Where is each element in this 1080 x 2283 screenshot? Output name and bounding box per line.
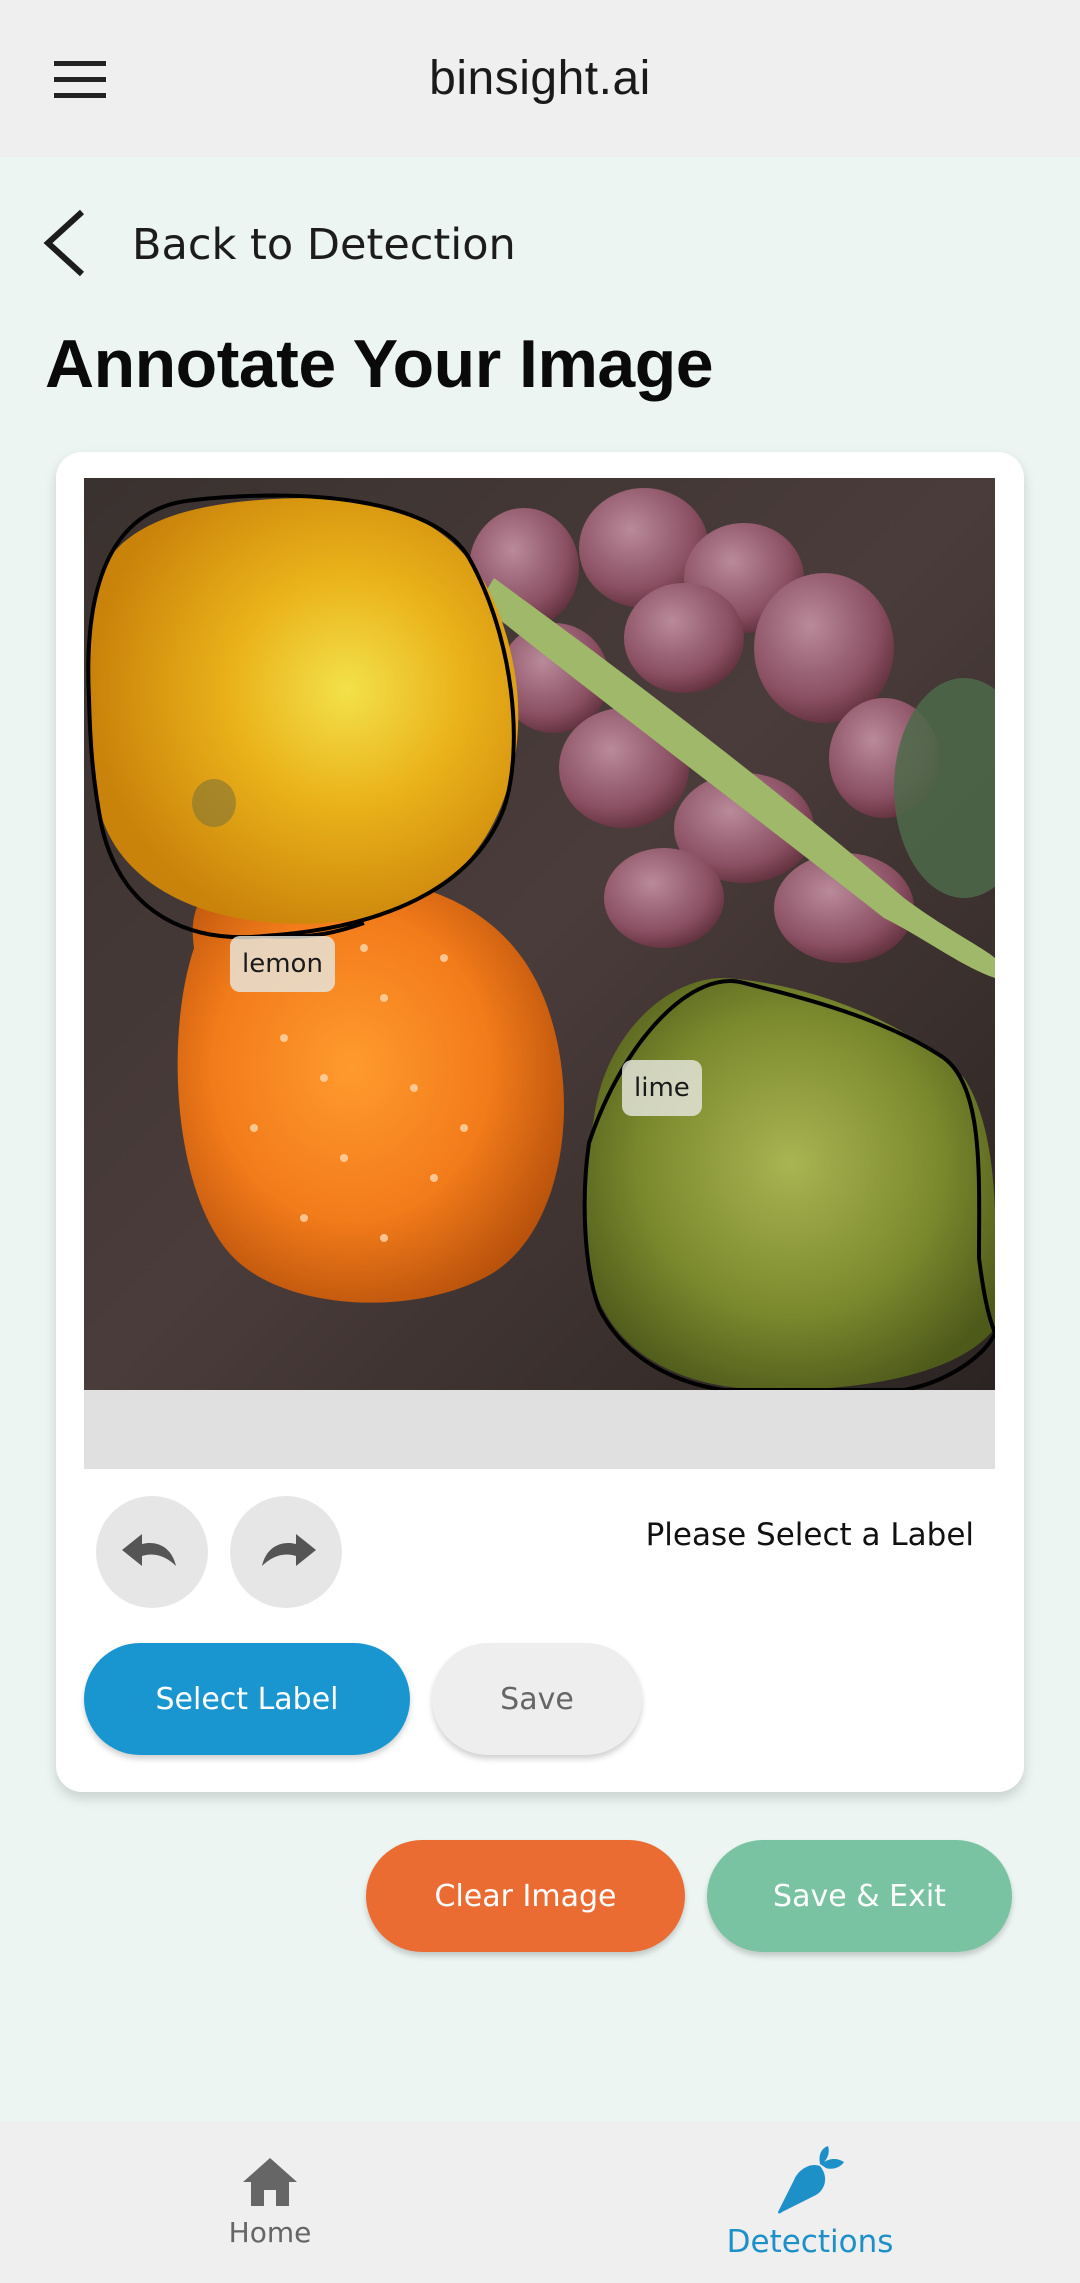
back-to-detection-link[interactable]: Back to Detection — [38, 200, 516, 290]
clear-image-button[interactable]: Clear Image — [366, 1840, 685, 1952]
canvas-bottom-strip — [84, 1390, 995, 1469]
home-icon — [241, 2156, 299, 2212]
fruit-photo — [84, 478, 995, 1390]
carrot-icon — [774, 2144, 846, 2220]
nav-label-home: Home — [228, 2215, 312, 2249]
bottom-navigation: Home Detections — [0, 2121, 1080, 2283]
select-label-hint: Please Select a Label — [645, 1517, 974, 1553]
save-and-exit-button[interactable]: Save & Exit — [707, 1840, 1012, 1952]
app-title: binsight.ai — [429, 52, 651, 105]
annotation-card: lemon lime Please Select a Label Select … — [56, 452, 1024, 1792]
chevron-left-icon — [38, 206, 88, 284]
save-button[interactable]: Save — [432, 1643, 642, 1755]
select-label-button[interactable]: Select Label — [84, 1643, 410, 1755]
back-link-label: Back to Detection — [132, 220, 516, 270]
annotation-label-lime[interactable]: lime — [622, 1060, 702, 1116]
page-title: Annotate Your Image — [45, 326, 714, 402]
nav-label-detections: Detections — [726, 2224, 894, 2260]
redo-icon — [254, 1530, 318, 1574]
redo-button[interactable] — [230, 1496, 342, 1608]
annotation-label-lemon[interactable]: lemon — [230, 936, 335, 992]
top-app-bar: binsight.ai — [0, 0, 1080, 157]
nav-item-detections[interactable]: Detections — [660, 2121, 960, 2283]
nav-item-home[interactable]: Home — [120, 2121, 420, 2283]
annotation-canvas[interactable]: lemon lime — [84, 478, 995, 1390]
undo-icon — [120, 1530, 184, 1574]
undo-button[interactable] — [96, 1496, 208, 1608]
